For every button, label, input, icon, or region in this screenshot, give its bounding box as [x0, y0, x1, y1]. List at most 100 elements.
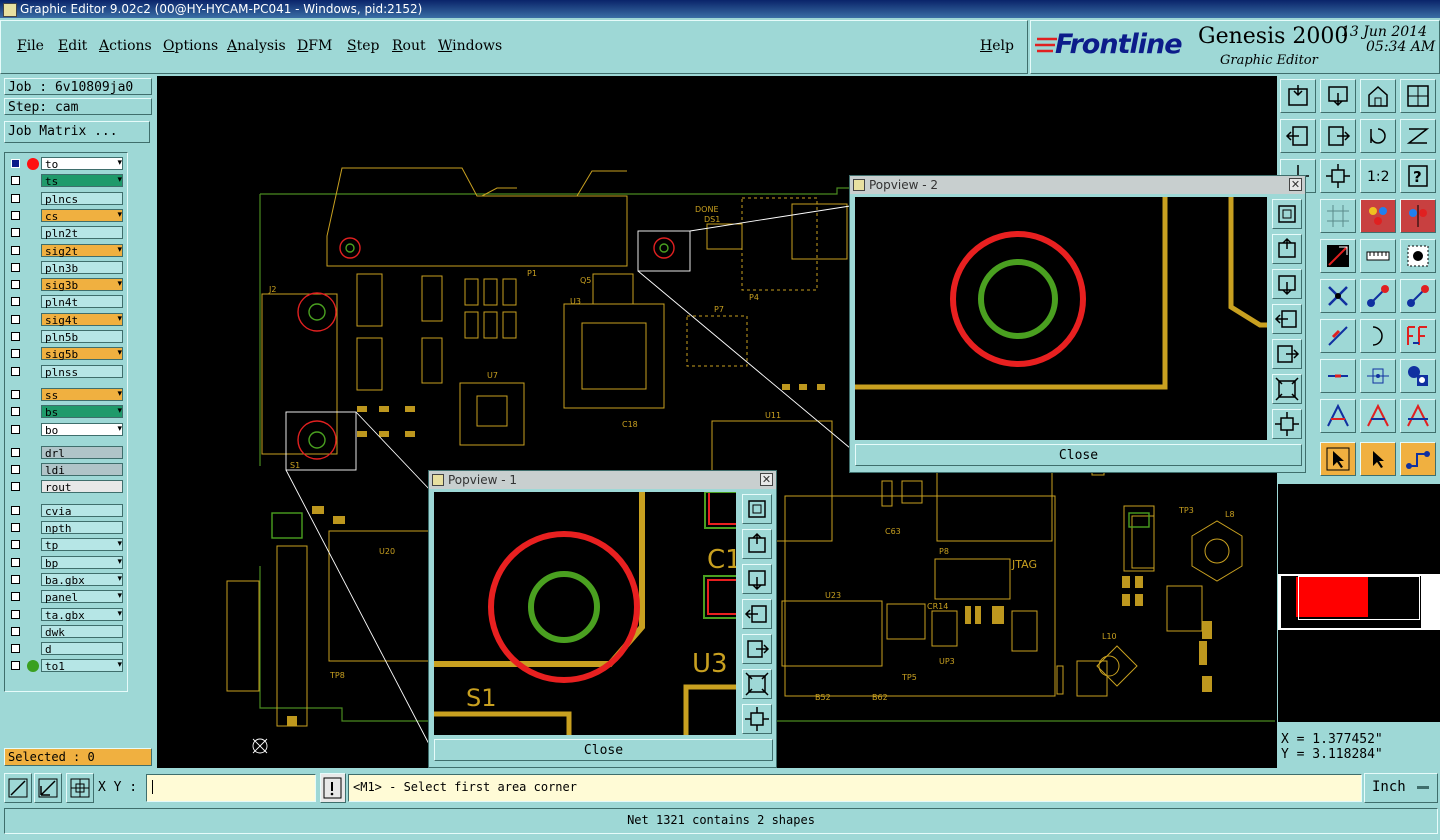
- select-arrow-icon[interactable]: [1360, 442, 1396, 476]
- layer-name[interactable]: ba.gbx: [41, 572, 123, 587]
- help-query-icon[interactable]: ?: [1400, 159, 1436, 193]
- layer-name[interactable]: sig5b: [41, 347, 123, 361]
- layer-checkbox[interactable]: [11, 159, 20, 168]
- layer-row[interactable]: ba.gbx ▾: [7, 572, 126, 587]
- layer-menu-icon[interactable]: ▾: [117, 174, 122, 187]
- popview-2-view[interactable]: [855, 197, 1267, 440]
- layer-menu-icon[interactable]: ▾: [117, 278, 122, 291]
- popview-2-down-icon[interactable]: [1272, 269, 1302, 299]
- layer-name[interactable]: cvia: [41, 503, 123, 518]
- snap-mode-icon[interactable]: [34, 773, 62, 803]
- unit-selector[interactable]: Inch: [1364, 773, 1438, 803]
- delete-x-icon[interactable]: [1320, 279, 1356, 313]
- layer-name[interactable]: dwk: [41, 624, 123, 639]
- layer-menu-icon[interactable]: ▾: [117, 423, 122, 436]
- popview-2-right-icon[interactable]: [1272, 339, 1302, 369]
- layer-row[interactable]: rout: [7, 480, 126, 494]
- menu-dfm[interactable]: DFM: [297, 38, 332, 54]
- popview-2-left-icon[interactable]: [1272, 304, 1302, 334]
- layer-checkbox[interactable]: [11, 262, 20, 272]
- popview-1-center-icon[interactable]: [742, 704, 772, 734]
- layer-row[interactable]: dwk: [7, 624, 126, 639]
- layer-row[interactable]: to ▾: [7, 157, 126, 171]
- layer-name[interactable]: plnss: [41, 364, 123, 379]
- text-edit-icon[interactable]: [1400, 319, 1436, 353]
- layer-row[interactable]: pln2t: [7, 226, 126, 240]
- layer-menu-icon[interactable]: ▾: [117, 244, 122, 257]
- layer-menu-icon[interactable]: ▾: [117, 556, 122, 569]
- measure-arrow-icon[interactable]: [1320, 239, 1356, 273]
- layer-checkbox[interactable]: [11, 574, 20, 584]
- layer-checkbox[interactable]: [11, 424, 20, 434]
- layer-checkbox[interactable]: [11, 644, 20, 654]
- xy-input[interactable]: [146, 774, 316, 802]
- layer-menu-icon[interactable]: ▾: [117, 405, 122, 418]
- layer-row[interactable]: bo ▾: [7, 422, 126, 437]
- snap-point-icon[interactable]: [1400, 239, 1436, 273]
- cut-line-icon[interactable]: [1320, 359, 1356, 393]
- menu-analysis[interactable]: Analysis: [227, 38, 286, 54]
- layer-checkbox[interactable]: [11, 280, 20, 290]
- layer-checkbox[interactable]: [11, 465, 20, 475]
- layer-row[interactable]: sig3b ▾: [7, 278, 126, 292]
- popview-2-up-icon[interactable]: [1272, 234, 1302, 264]
- popview-2-zoom-in-icon[interactable]: [1272, 199, 1302, 229]
- popview-1-right-icon[interactable]: [742, 634, 772, 664]
- rotate-icon[interactable]: [1360, 119, 1396, 153]
- layer-name[interactable]: to: [41, 157, 123, 171]
- layer-menu-icon[interactable]: ▾: [117, 608, 122, 621]
- popview-1-titlebar[interactable]: Popview - 1 ✕: [429, 471, 776, 489]
- triangle-a-icon[interactable]: [1320, 399, 1356, 433]
- layer-checkbox[interactable]: [11, 661, 20, 671]
- split-view-icon[interactable]: [1400, 79, 1436, 113]
- layer-checkbox[interactable]: [11, 349, 20, 359]
- layer-menu-icon[interactable]: ▾: [117, 573, 122, 586]
- menu-edit[interactable]: Edit: [58, 38, 87, 54]
- layer-row[interactable]: plncs: [7, 191, 126, 206]
- layer-name[interactable]: bp: [41, 555, 123, 570]
- layer-row[interactable]: ldi: [7, 463, 126, 477]
- layer-checkbox[interactable]: [11, 193, 20, 203]
- layer-checkbox[interactable]: [11, 523, 20, 532]
- popview-1-close-icon[interactable]: ✕: [760, 473, 773, 486]
- popview-2-close-icon[interactable]: ✕: [1289, 178, 1302, 191]
- layer-row[interactable]: ts ▾: [7, 174, 126, 188]
- triangle-c-icon[interactable]: [1400, 399, 1436, 433]
- popview-2-titlebar[interactable]: Popview - 2 ✕: [850, 176, 1305, 194]
- layer-name[interactable]: ss: [41, 387, 123, 402]
- measure-box-icon[interactable]: [1360, 359, 1396, 393]
- popview-1-zoom-in-icon[interactable]: [742, 494, 772, 524]
- layer-row[interactable]: cs ▾: [7, 208, 126, 223]
- menu-options[interactable]: Options: [163, 38, 218, 54]
- menu-rout[interactable]: Rout: [392, 38, 426, 54]
- layer-name[interactable]: sig2t: [41, 243, 123, 258]
- job-matrix-button[interactable]: Job Matrix ...: [4, 121, 150, 143]
- popview-2-center-icon[interactable]: [1272, 409, 1302, 439]
- triangle-b-icon[interactable]: [1360, 399, 1396, 433]
- layer-menu-icon[interactable]: ▾: [117, 538, 122, 551]
- layer-name[interactable]: sig3b: [41, 278, 123, 292]
- menu-file[interactable]: File: [17, 38, 44, 54]
- net-highlight-icon[interactable]: [1360, 199, 1396, 233]
- layer-name[interactable]: ldi: [41, 463, 123, 477]
- layer-row[interactable]: pln3b: [7, 260, 126, 275]
- layer-row[interactable]: npth: [7, 521, 126, 535]
- layer-name[interactable]: pln4t: [41, 295, 123, 309]
- popview-1-view[interactable]: C1 U3 S1: [434, 492, 736, 735]
- layer-row[interactable]: drl: [7, 445, 126, 460]
- layer-menu-icon[interactable]: ▾: [117, 157, 122, 170]
- pan-right-icon[interactable]: [1320, 119, 1356, 153]
- layer-row[interactable]: cvia: [7, 503, 126, 518]
- layer-checkbox[interactable]: [11, 245, 20, 255]
- layer-name[interactable]: d: [41, 642, 123, 656]
- select-route-icon[interactable]: [1400, 442, 1436, 476]
- layer-row[interactable]: plnss: [7, 364, 126, 379]
- layer-name[interactable]: npth: [41, 521, 123, 535]
- overview-map[interactable]: [1278, 484, 1440, 722]
- layer-row[interactable]: tp ▾: [7, 538, 126, 552]
- layer-checkbox[interactable]: [11, 314, 20, 324]
- menu-windows[interactable]: Windows: [438, 38, 502, 54]
- layer-menu-icon[interactable]: ▾: [117, 659, 122, 672]
- layer-checkbox[interactable]: [11, 540, 20, 550]
- layer-name[interactable]: pln3b: [41, 260, 123, 275]
